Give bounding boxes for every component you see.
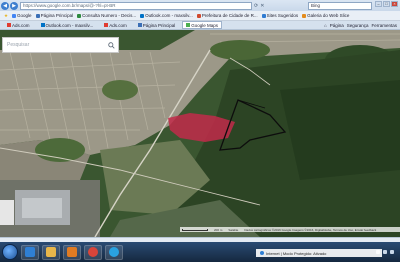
- ads-icon: [104, 23, 109, 27]
- browser-search-input[interactable]: Bing: [308, 1, 372, 10]
- cmd-seguranca[interactable]: Segurança: [347, 23, 369, 28]
- favorite-google[interactable]: Google: [12, 13, 32, 18]
- web-slice-icon: [302, 13, 307, 18]
- search-icon[interactable]: [108, 42, 115, 49]
- favorite-consulta-numero[interactable]: Consulta Numero - Decis...: [77, 13, 136, 18]
- map-mode-label[interactable]: Satélite: [228, 228, 238, 232]
- command-bar: ⌂ Página Segurança Ferramentas: [324, 23, 397, 28]
- forward-button[interactable]: ▶: [10, 1, 18, 10]
- favorite-sites-sugeridos[interactable]: Sites Sugeridos: [261, 13, 298, 18]
- scale-bar: [182, 228, 208, 231]
- satellite-map[interactable]: [0, 30, 400, 237]
- cmd-pagina[interactable]: Página: [330, 23, 344, 28]
- cmd-ferramentas[interactable]: Ferramentas: [371, 23, 397, 28]
- file-explorer-app[interactable]: [42, 244, 60, 260]
- map-search-input[interactable]: Pesquisar: [2, 37, 119, 53]
- maximize-icon[interactable]: □: [383, 1, 390, 7]
- page-icon: [196, 13, 201, 18]
- security-notification: Internet | Modo Protegido: Ativado: [256, 249, 382, 257]
- outlook-icon: [40, 23, 45, 27]
- page-icon: [77, 13, 82, 18]
- tab-outlook[interactable]: Outlook.com - maxsilv...: [37, 21, 98, 29]
- favorite-pagina-principal[interactable]: Página Principal: [35, 13, 73, 18]
- tab-bar: Ads.com Outlook.com - maxsilv... Ads.com…: [0, 21, 400, 30]
- chrome-app[interactable]: [84, 244, 102, 260]
- page-icon: [137, 23, 142, 27]
- stop-icon[interactable]: ✕: [260, 3, 264, 9]
- flag-icon[interactable]: [390, 250, 394, 254]
- chrome-icon: [88, 247, 98, 257]
- outlook-icon: [140, 13, 145, 18]
- google-icon: [12, 13, 17, 18]
- tab-pagina-principal[interactable]: Página Principal: [134, 21, 180, 29]
- globe-icon: [260, 251, 264, 255]
- map-footer: 200 m Satélite Dados cartográficos ©2016…: [180, 227, 400, 232]
- ads-icon: [7, 23, 11, 27]
- folder-icon: [46, 247, 56, 257]
- maps-icon: [186, 23, 191, 27]
- favorite-outlook[interactable]: Outlook.com - maxsilv...: [140, 13, 193, 18]
- url-field[interactable]: https://www.google.com.br/maps/@-?hl=pt-…: [20, 1, 252, 10]
- start-button[interactable]: [2, 244, 18, 260]
- skype-app[interactable]: [105, 244, 123, 260]
- map-attribution: Dados cartográficos ©2016 Google Imagens…: [244, 227, 377, 232]
- volume-icon[interactable]: [383, 250, 387, 254]
- back-button[interactable]: ◀: [1, 1, 9, 10]
- media-player-app[interactable]: [63, 244, 81, 260]
- address-bar-row: ◀ ▶ https://www.google.com.br/maps/@-?hl…: [0, 0, 400, 11]
- media-icon: [67, 247, 77, 257]
- skype-icon: [109, 247, 119, 257]
- window-controls: – □ ×: [375, 1, 398, 7]
- favorite-web-slice[interactable]: Galeria do Web Slice: [302, 13, 349, 18]
- minimize-icon[interactable]: –: [375, 1, 382, 7]
- tab-ads-1[interactable]: Ads.com: [3, 21, 34, 29]
- ie-icon: [261, 13, 266, 18]
- favorites-bar: ★ Google Página Principal Consulta Numer…: [0, 11, 400, 21]
- satellite-imagery: [0, 30, 400, 237]
- tab-ads-2[interactable]: Ads.com: [100, 21, 131, 29]
- page-icon: [35, 13, 40, 18]
- home-icon[interactable]: ⌂: [324, 23, 327, 28]
- favorites-star-icon[interactable]: ★: [4, 13, 8, 19]
- refresh-icon[interactable]: ⟳: [254, 3, 258, 9]
- favorite-prefeitura[interactable]: Prefeitura de Cidade de R...: [196, 13, 258, 18]
- internet-explorer-app[interactable]: [21, 244, 39, 260]
- scale-label: 200 m: [214, 227, 223, 232]
- tab-google-maps[interactable]: Google Maps: [182, 21, 223, 29]
- close-icon[interactable]: ×: [391, 1, 398, 7]
- ie-icon: [25, 247, 35, 257]
